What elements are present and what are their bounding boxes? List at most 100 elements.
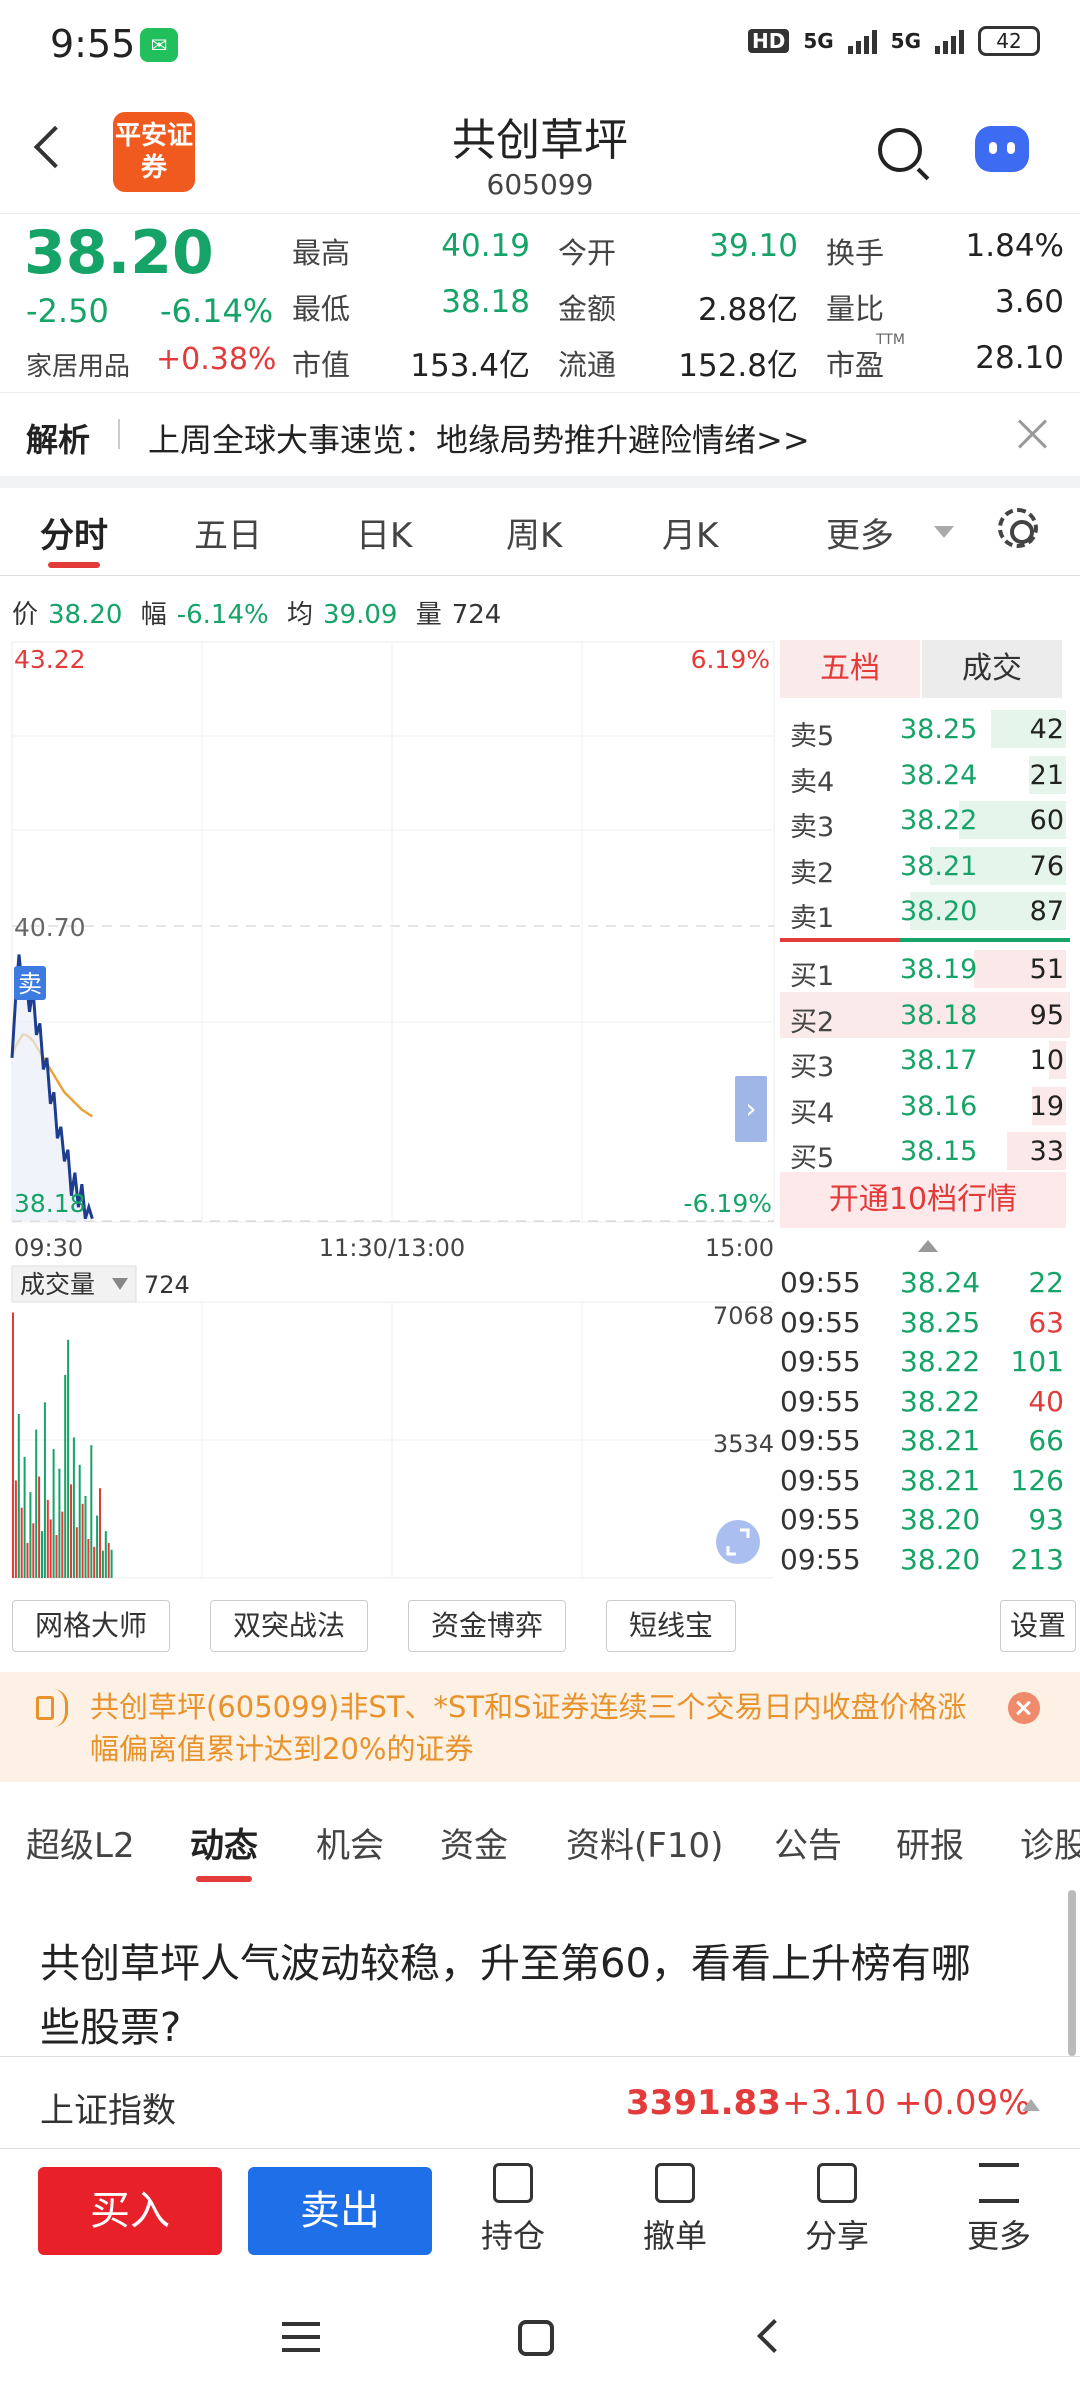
trade-price: 38.22: [900, 1384, 981, 1418]
share-button[interactable]: 分享: [782, 2163, 892, 2257]
back-icon[interactable]: [757, 2319, 791, 2353]
order-book-row[interactable]: 买2 38.18 95: [780, 991, 1070, 1038]
tab-intraday[interactable]: 分时: [40, 508, 108, 568]
cancel-order-button[interactable]: 撤单: [620, 2163, 730, 2257]
trade-volume: 40: [1028, 1384, 1064, 1418]
trade-price: 38.21: [900, 1463, 981, 1497]
trade-row: 09:55 38.25 63: [780, 1302, 1070, 1342]
close-icon[interactable]: [1016, 417, 1050, 451]
index-change-pct: +0.09%: [894, 2083, 1031, 2123]
home-icon[interactable]: [518, 2320, 554, 2356]
tab-monthly-k[interactable]: 月K: [662, 508, 718, 557]
trade-row: 09:55 38.22 40: [780, 1381, 1070, 1421]
upgrade-10-levels-button[interactable]: 开通10档行情: [780, 1172, 1066, 1228]
article-title[interactable]: 共创草坪人气波动较稳，升至第60，看看上升榜有哪些股票?: [40, 1932, 1000, 2060]
hd-icon: HD: [747, 29, 790, 53]
tab-five-day[interactable]: 五日: [194, 508, 262, 557]
tab-diagnosis[interactable]: 诊股: [1020, 1818, 1080, 1867]
order-level-label: 买2: [790, 1006, 835, 1038]
order-book-row[interactable]: 买4 38.16 19: [780, 1083, 1070, 1129]
buy-button[interactable]: 买入: [38, 2167, 222, 2255]
volume-bar: [99, 1488, 101, 1578]
tab-capital[interactable]: 资金: [440, 1818, 508, 1867]
order-book-row[interactable]: 买1 38.19 51: [780, 946, 1070, 992]
order-book-row[interactable]: 买3 38.17 10: [780, 1037, 1070, 1083]
volume-bar: [96, 1515, 99, 1578]
y-max-pct: 6.19%: [691, 645, 770, 674]
cancel-order-label: 撤单: [642, 2217, 707, 2255]
dual-breakout-button[interactable]: 双突战法: [210, 1600, 368, 1652]
intraday-chart[interactable]: 43.22 6.19% 40.70 38.18 -6.19% 卖 09:30 1…: [0, 636, 780, 1276]
holdings-button[interactable]: 持仓: [458, 2163, 568, 2257]
order-book-row[interactable]: 买5 38.15 33: [780, 1128, 1070, 1174]
news-divider: [118, 419, 120, 449]
order-book-row[interactable]: 卖4 38.24 21: [780, 752, 1070, 798]
chevron-down-icon[interactable]: [934, 526, 954, 538]
chevron-up-icon[interactable]: [1022, 2099, 1040, 2111]
order-level-label: 卖4: [790, 766, 835, 798]
tab-announcements[interactable]: 公告: [774, 1818, 842, 1867]
order-level-label: 买4: [790, 1097, 835, 1129]
news-banner[interactable]: 解析 上周全球大事速览：地缘局势推升避险情绪>>: [0, 392, 1080, 476]
stat-value: 3.60: [994, 284, 1064, 320]
volume-bar: [20, 1507, 23, 1578]
tab-weekly-k[interactable]: 周K: [506, 508, 562, 557]
grid-master-button[interactable]: 网格大师: [12, 1600, 170, 1652]
sell-button[interactable]: 卖出: [248, 2167, 432, 2255]
more-button[interactable]: 更多: [944, 2163, 1054, 2257]
order-price: 38.25: [900, 714, 978, 745]
tab-research[interactable]: 研报: [896, 1818, 964, 1867]
order-volume: 87: [1029, 896, 1064, 928]
volume-bar: [81, 1503, 84, 1578]
order-price: 38.21: [900, 850, 978, 882]
gear-icon[interactable]: [998, 508, 1038, 548]
trade-price: 38.20: [900, 1503, 981, 1536]
chevron-up-icon[interactable]: [918, 1240, 938, 1252]
trade-row: 09:55 38.20 93: [780, 1499, 1070, 1539]
tab-more[interactable]: 更多: [826, 508, 894, 557]
volume-bar: [104, 1531, 107, 1578]
order-level-label: 买5: [790, 1143, 835, 1175]
scrollbar[interactable]: [1068, 1890, 1076, 2056]
search-icon[interactable]: [878, 128, 922, 172]
tab-daily-k[interactable]: 日K: [356, 508, 412, 557]
info-price: 38.20: [48, 600, 123, 630]
close-icon[interactable]: [1008, 1692, 1040, 1724]
order-level-label: 买3: [790, 1052, 835, 1084]
volume-bar: [67, 1339, 70, 1578]
order-book-row[interactable]: 卖3 38.22 60: [780, 797, 1070, 843]
y-min-label: 38.18: [14, 1189, 86, 1218]
status-bar: 9:55 ✉ HD 5G 5G 42: [0, 0, 1080, 92]
volume-bar: [12, 1312, 14, 1578]
chevron-right-icon[interactable]: ›: [745, 1092, 756, 1125]
volume-bar: [72, 1437, 75, 1578]
recent-apps-icon[interactable]: [282, 2322, 320, 2352]
tab-profile-f10[interactable]: 资料(F10): [566, 1818, 723, 1867]
status-time: 9:55: [50, 22, 136, 66]
news-text[interactable]: 上周全球大事速览：地缘局势推升避险情绪>>: [148, 415, 810, 461]
volume-chart[interactable]: 成交量 724 7068 3534: [0, 1262, 780, 1580]
system-nav-bar: [0, 2278, 1080, 2400]
sector-name[interactable]: 家居用品: [26, 346, 130, 383]
tab-news-feed[interactable]: 动态: [190, 1818, 258, 1882]
trade-volume: 213: [1010, 1542, 1064, 1576]
order-book-row[interactable]: 卖1 38.20 87: [780, 888, 1070, 934]
stat-label: 金额: [558, 292, 617, 326]
order-book-row[interactable]: 卖2 38.21 76: [780, 843, 1070, 889]
capital-game-button[interactable]: 资金博弈: [408, 1600, 566, 1652]
order-book-row[interactable]: 卖5 38.25 42: [780, 706, 1070, 752]
index-ticker[interactable]: 上证指数 3391.83 +3.10 +0.09%: [0, 2056, 1080, 2148]
tab-five-levels[interactable]: 五档: [780, 640, 920, 698]
price-change: -2.50: [26, 292, 109, 330]
tab-opportunity[interactable]: 机会: [316, 1818, 384, 1867]
robot-assistant-icon[interactable]: [975, 126, 1029, 172]
settings-button[interactable]: 设置: [1000, 1600, 1076, 1652]
tab-super-l2[interactable]: 超级L2: [26, 1818, 135, 1867]
fullscreen-icon[interactable]: [716, 1520, 760, 1564]
risk-notice[interactable]: 共创草坪(605099)非ST、*ST和S证券连续三个交易日内收盘价格涨幅偏离值…: [0, 1672, 1080, 1782]
short-term-button[interactable]: 短线宝: [606, 1600, 736, 1652]
volume-bar: [41, 1531, 43, 1578]
trade-volume: 66: [1028, 1424, 1064, 1457]
order-volume: 76: [1029, 850, 1064, 882]
tab-trades[interactable]: 成交: [922, 640, 1062, 698]
